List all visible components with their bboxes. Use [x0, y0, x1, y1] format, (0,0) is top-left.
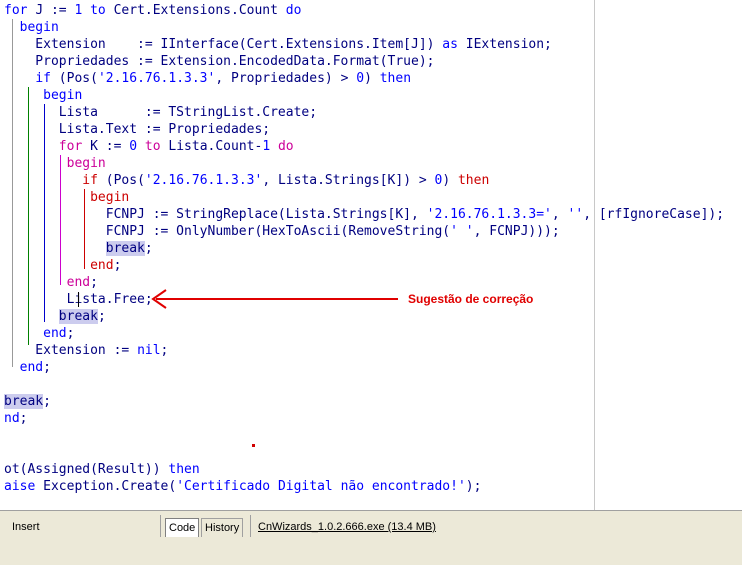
annotation-label: Sugestão de correção — [408, 292, 534, 306]
status-insert-mode: Insert — [12, 521, 40, 533]
status-bar: Insert Code History CnWizards_1.0.2.666.… — [0, 510, 742, 565]
status-file-info[interactable]: CnWizards_1.0.2.666.exe (13.4 MB) — [258, 521, 436, 533]
tab-code[interactable]: Code — [165, 518, 200, 537]
red-dot-mark — [252, 444, 255, 447]
status-separator — [160, 515, 161, 537]
tab-history[interactable]: History — [201, 518, 244, 537]
status-separator — [250, 515, 251, 537]
annotation-arrow-icon — [151, 289, 398, 309]
code-editor[interactable]: for J := 1 to Cert.Extensions.Count do b… — [0, 0, 742, 510]
